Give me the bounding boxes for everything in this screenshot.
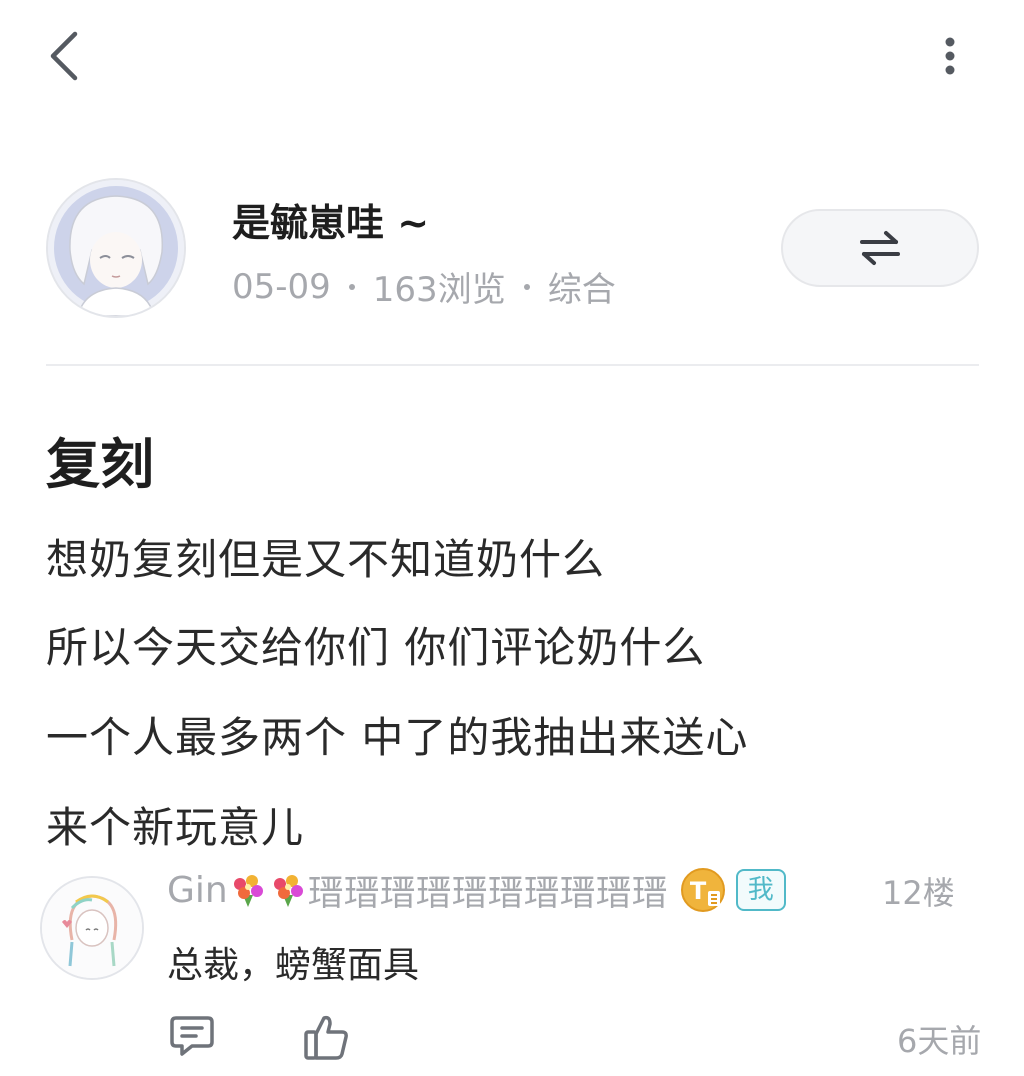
- post-body-line: 来个新玩意儿: [46, 803, 305, 852]
- reply-button[interactable]: [168, 1012, 216, 1060]
- svg-text:T: T: [690, 877, 707, 905]
- level-badge-icon: T: [680, 868, 725, 912]
- post-body-line: 想奶复刻但是又不知道奶什么: [46, 535, 606, 584]
- comment-time: 6天前: [897, 1022, 982, 1060]
- meta-separator: [348, 283, 355, 290]
- like-button[interactable]: [302, 1012, 350, 1062]
- chibi-avatar-image: [42, 878, 142, 978]
- post-date: 05-09: [232, 266, 331, 307]
- comment-bubble-icon: [170, 1016, 214, 1056]
- bouquet-icon: [273, 875, 303, 907]
- more-options-button[interactable]: [924, 28, 976, 84]
- comment-text: 总裁，螃蟹面具: [167, 945, 420, 986]
- bouquet-icon: [233, 875, 263, 907]
- floor-number: 12楼: [882, 874, 955, 912]
- author-avatar[interactable]: [46, 178, 186, 318]
- me-badge: 我: [735, 869, 786, 911]
- more-vertical-icon: [945, 37, 955, 75]
- username-prefix: Gin: [167, 869, 228, 911]
- thumbs-up-icon: [304, 1015, 348, 1060]
- author-name[interactable]: 是毓崽哇 ~: [232, 192, 429, 247]
- comment-user-row: Gin 瑨瑨瑨瑨瑨瑨瑨瑨瑨瑨 T 我: [167, 864, 786, 916]
- chevron-left-icon: [50, 31, 78, 81]
- commenter-username[interactable]: Gin 瑨瑨瑨瑨瑨瑨瑨瑨瑨瑨: [167, 864, 668, 916]
- swap-arrows-icon: [860, 231, 900, 265]
- post-meta: 05-09 163浏览 综合: [232, 262, 616, 311]
- back-button[interactable]: [36, 24, 92, 88]
- post-body-line: 一个人最多两个 中了的我抽出来送心: [46, 713, 749, 762]
- anime-avatar-image: [48, 180, 184, 316]
- switch-button[interactable]: [781, 209, 979, 287]
- meta-separator: [523, 283, 530, 290]
- post-views: 163浏览: [372, 270, 506, 310]
- header-divider: [46, 364, 979, 366]
- username-suffix: 瑨瑨瑨瑨瑨瑨瑨瑨瑨瑨: [307, 873, 668, 914]
- post-body-line: 所以今天交给你们 你们评论奶什么: [46, 623, 706, 672]
- post-title: 复刻: [46, 433, 154, 496]
- post-category[interactable]: 综合: [548, 262, 616, 311]
- commenter-avatar[interactable]: [40, 876, 144, 980]
